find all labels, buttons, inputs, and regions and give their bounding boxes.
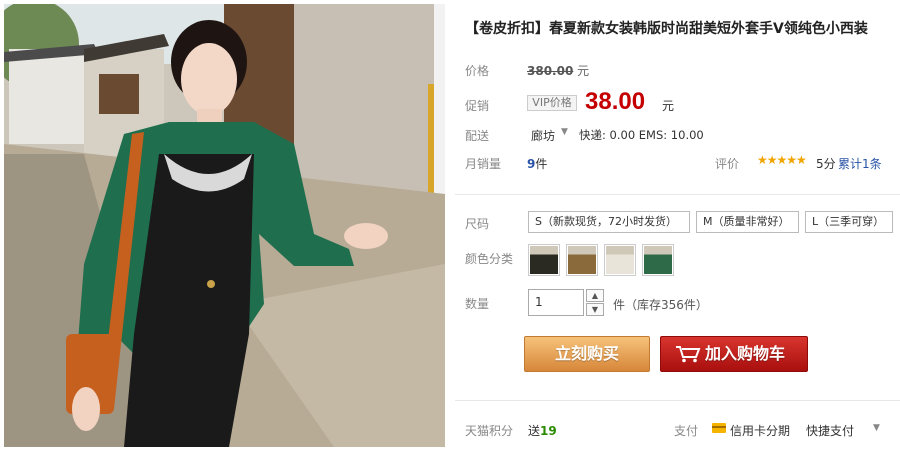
size-option-m[interactable]: M（质量非常好） bbox=[696, 211, 799, 233]
price-label: 价格 bbox=[465, 64, 490, 78]
star-rating-icon: ★★★★★ bbox=[757, 153, 807, 167]
size-label: 尺码 bbox=[465, 217, 490, 231]
product-photo bbox=[4, 4, 445, 447]
product-title: 【卷皮折扣】春夏新款女装韩版时尚甜美短外套手V领纯色小西装 bbox=[465, 21, 868, 37]
color-swatch-4[interactable] bbox=[642, 244, 674, 276]
color-label: 颜色分类 bbox=[465, 252, 514, 266]
tmall-points-label: 天猫积分 bbox=[465, 424, 514, 438]
divider bbox=[455, 194, 900, 195]
size-option-l[interactable]: L（三季可穿） bbox=[805, 211, 893, 233]
add-to-cart-label: 加入购物车 bbox=[705, 344, 786, 363]
quantity-label: 数量 bbox=[465, 297, 490, 311]
monthly-sales-label: 月销量 bbox=[465, 157, 502, 171]
rating-score: 5分 bbox=[816, 157, 836, 171]
shipping-label: 配送 bbox=[465, 129, 490, 143]
rating-label: 评价 bbox=[715, 157, 740, 171]
monthly-sales-value: 9件 bbox=[527, 155, 547, 172]
monthly-sales-unit: 件 bbox=[535, 157, 548, 171]
quick-pay-link[interactable]: 快捷支付 bbox=[806, 422, 854, 439]
original-price: 380.00 元 bbox=[527, 62, 589, 79]
product-info-panel: 【卷皮折扣】春夏新款女装韩版时尚甜美短外套手V领纯色小西装 价格 380.00 … bbox=[455, 0, 900, 451]
caret-down-icon[interactable]: ▼ bbox=[561, 127, 568, 137]
promo-label: 促销 bbox=[465, 99, 490, 113]
add-to-cart-button[interactable]: 加入购物车 bbox=[660, 336, 808, 372]
color-swatch-4-image bbox=[644, 246, 672, 274]
color-swatch-3-image bbox=[606, 246, 634, 274]
color-swatch-2-image bbox=[568, 246, 596, 274]
shipping-city-select[interactable]: 廊坊 bbox=[531, 127, 555, 144]
quantity-increase-icon[interactable]: ▲ bbox=[586, 289, 604, 302]
quantity-input[interactable]: 1 bbox=[528, 289, 584, 316]
color-swatch-2[interactable] bbox=[566, 244, 598, 276]
promo-price-unit: 元 bbox=[662, 99, 675, 113]
color-swatch-3[interactable] bbox=[604, 244, 636, 276]
original-price-value: 380.00 bbox=[527, 64, 574, 78]
color-swatch-1[interactable] bbox=[528, 244, 560, 276]
tmall-points-number: 19 bbox=[540, 424, 557, 438]
size-option-s[interactable]: S（新款现货，72小时发货） bbox=[528, 211, 690, 233]
product-photo-illustration bbox=[4, 4, 445, 447]
original-price-unit: 元 bbox=[577, 64, 590, 78]
payment-label: 支付 bbox=[674, 424, 699, 438]
payment-expand-icon[interactable]: ▼ bbox=[873, 423, 880, 433]
tmall-points-prefix: 送 bbox=[528, 424, 541, 438]
buy-now-button[interactable]: 立刻购买 bbox=[524, 336, 650, 372]
credit-installment-link[interactable]: 信用卡分期 bbox=[730, 422, 790, 439]
cart-icon bbox=[676, 346, 701, 363]
review-count-link[interactable]: 累计1条 bbox=[838, 155, 882, 172]
vip-price-tag: VIP价格 bbox=[527, 95, 577, 111]
color-swatch-1-image bbox=[530, 246, 558, 274]
tmall-points-value: 送19 bbox=[528, 422, 557, 439]
quantity-decrease-icon[interactable]: ▼ bbox=[586, 303, 604, 316]
promo-price: 38.00 bbox=[585, 88, 646, 115]
divider bbox=[455, 400, 900, 401]
credit-card-icon bbox=[712, 423, 726, 433]
shipping-fee-info: 快递: 0.00 EMS: 10.00 bbox=[579, 128, 704, 142]
stock-info: 件（库存356件） bbox=[613, 298, 708, 312]
